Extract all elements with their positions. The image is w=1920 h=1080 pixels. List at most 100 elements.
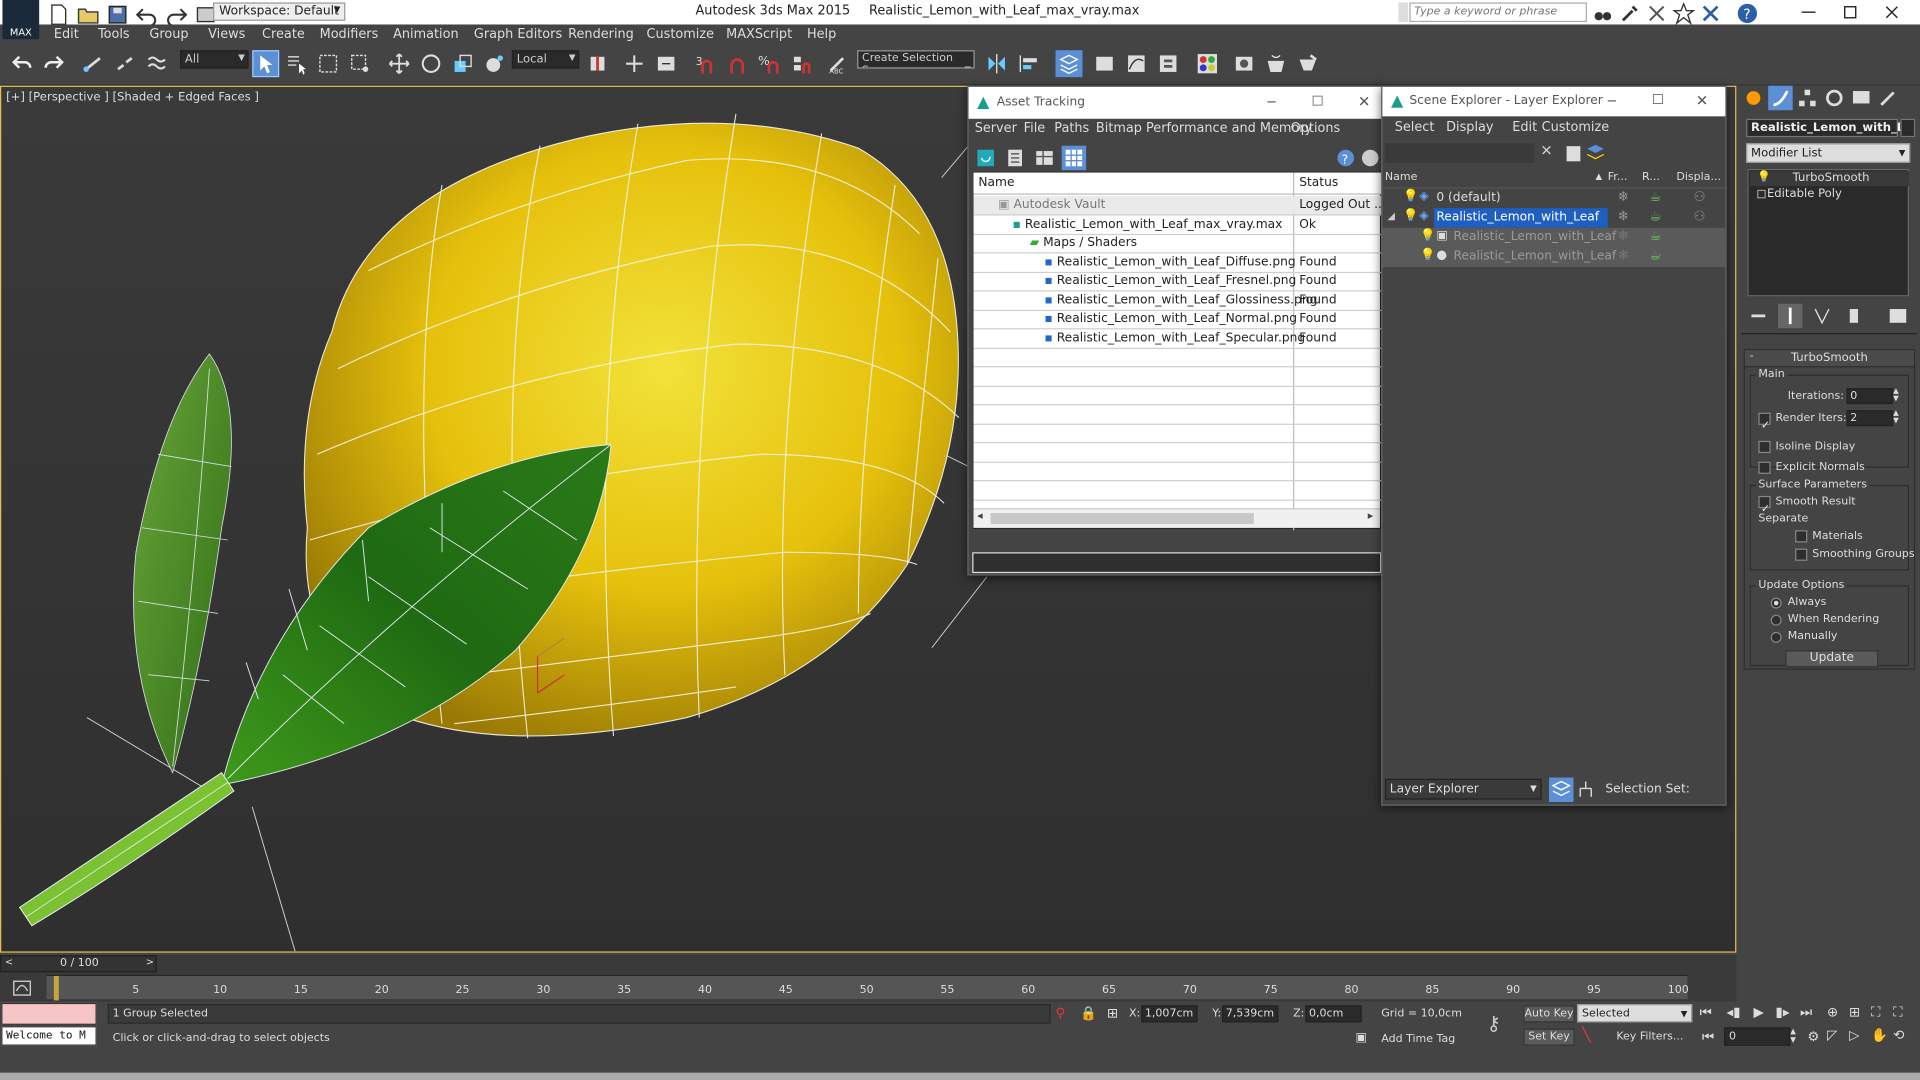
- modifier-list-dropdown[interactable]: Modifier List ▼: [1746, 143, 1911, 163]
- display-icon[interactable]: ⚇: [1693, 208, 1705, 224]
- current-frame-field[interactable]: 0: [1724, 1027, 1791, 1046]
- render-icon[interactable]: ☕: [1649, 208, 1661, 224]
- max-logo[interactable]: MAX: [2, 0, 40, 40]
- redo-icon[interactable]: [42, 51, 66, 75]
- lightbulb-icon[interactable]: 💡: [1420, 249, 1435, 262]
- manually-radio[interactable]: [1770, 631, 1782, 643]
- table-row[interactable]: ▰ Maps / Shaders: [973, 234, 1383, 253]
- menu-help[interactable]: Help: [807, 27, 836, 42]
- freeze-icon[interactable]: ❄: [1618, 208, 1629, 224]
- lightbulb-icon[interactable]: 💡: [1420, 229, 1435, 242]
- z-coordinate-field[interactable]: 0,0cm: [1305, 1005, 1362, 1023]
- close-icon[interactable]: [1871, 0, 1913, 24]
- horizontal-scrollbar[interactable]: ◂ ▸: [973, 508, 1381, 528]
- material-editor-icon[interactable]: [1195, 51, 1219, 75]
- align-icon[interactable]: [1016, 51, 1040, 75]
- refresh-icon[interactable]: [973, 146, 997, 170]
- rectangular-selection-icon[interactable]: [316, 51, 340, 75]
- layer-row[interactable]: ◢ 💡 ◈ Realistic_Lemon_with_Leaf ❄ ☕ ⚇: [1382, 208, 1725, 228]
- menu-customize[interactable]: Customize: [1542, 120, 1610, 135]
- curve-editor-icon[interactable]: [1124, 51, 1148, 75]
- search-input[interactable]: [1409, 2, 1587, 23]
- table-row[interactable]: ▣ Autodesk Vault Logged Out ...: [973, 195, 1386, 215]
- orbit-icon[interactable]: ⟲: [1893, 1027, 1904, 1043]
- scale-icon[interactable]: [451, 51, 475, 75]
- materials-checkbox[interactable]: [1795, 530, 1808, 543]
- menu-tools[interactable]: Tools: [98, 27, 130, 42]
- menu-group[interactable]: Group: [149, 27, 188, 42]
- object-row[interactable]: 💡 ● Realistic_Lemon_with_Leaf ❄ ☕: [1382, 247, 1726, 267]
- minimize-icon[interactable]: ─: [1267, 94, 1275, 110]
- time-tag-icon[interactable]: ▣: [1356, 1031, 1368, 1044]
- modifier-stack-item[interactable]: 💡 TurboSmooth: [1749, 171, 1909, 187]
- menu-maxscript[interactable]: MAXScript: [726, 27, 792, 42]
- close-icon[interactable]: ✕: [1358, 93, 1370, 110]
- rotate-icon[interactable]: [419, 51, 443, 75]
- smoothing-groups-checkbox[interactable]: [1795, 548, 1808, 561]
- mini-curve-editor-icon[interactable]: [10, 976, 34, 1000]
- explorer-type-dropdown[interactable]: Layer Explorer ▼: [1384, 778, 1542, 800]
- render-iters-spinner[interactable]: 2: [1846, 410, 1894, 427]
- hierarchy-tab-icon[interactable]: [1795, 86, 1819, 110]
- freeze-icon[interactable]: ❄: [1618, 228, 1629, 244]
- modifier-stack-item[interactable]: Editable Poly: [1750, 187, 1909, 202]
- remove-modifier-icon[interactable]: [1842, 304, 1866, 328]
- rendered-frame-window-icon[interactable]: [1264, 51, 1288, 75]
- render-icon[interactable]: ☕: [1649, 247, 1661, 263]
- smooth-result-checkbox[interactable]: [1758, 495, 1771, 509]
- zoom-icon[interactable]: ⊕: [1827, 1004, 1838, 1020]
- bind-spacewarp-icon[interactable]: [144, 51, 168, 75]
- menu-views[interactable]: Views: [208, 27, 245, 42]
- absolute-mode-icon[interactable]: ⊞: [1107, 1005, 1118, 1021]
- lightbulb-icon[interactable]: 💡: [1403, 209, 1418, 222]
- link-icon[interactable]: [81, 51, 105, 75]
- render-icon[interactable]: ☕: [1649, 189, 1661, 205]
- create-tab-icon[interactable]: [1741, 86, 1765, 110]
- key-selection-dropdown[interactable]: Selected ▼: [1577, 1004, 1693, 1023]
- next-frame-icon[interactable]: ▮▸: [1776, 1004, 1790, 1020]
- maxscript-mini-listener[interactable]: Welcome to M: [1, 1026, 97, 1046]
- zoom-extents-all-icon[interactable]: ⛶: [1893, 1004, 1902, 1021]
- zoom-all-icon[interactable]: ⊞: [1849, 1004, 1860, 1020]
- key-mode-icon[interactable]: ⏮: [1702, 1029, 1714, 1046]
- make-unique-icon[interactable]: [1810, 304, 1834, 328]
- keyboard-shortcut-icon[interactable]: [654, 51, 678, 75]
- column-display[interactable]: Displa...: [1676, 171, 1721, 183]
- prev-frame-icon[interactable]: <: [5, 956, 13, 967]
- utilities-tab-icon[interactable]: [1876, 86, 1900, 110]
- menu-options[interactable]: Options: [1291, 121, 1341, 136]
- redo-icon[interactable]: [164, 2, 188, 26]
- window-crossing-icon[interactable]: [348, 51, 372, 75]
- asset-path-field[interactable]: [972, 552, 1382, 574]
- modify-tab-icon[interactable]: [1768, 85, 1793, 111]
- play-icon[interactable]: ▶: [1753, 1004, 1763, 1020]
- menu-edit[interactable]: Edit: [1512, 120, 1537, 135]
- table-row[interactable]: ▪ Realistic_Lemon_with_Leaf_Specular.png…: [973, 329, 1383, 349]
- mirror-icon[interactable]: [984, 51, 1008, 75]
- update-button[interactable]: Update: [1785, 650, 1879, 668]
- table-view-icon[interactable]: [1032, 146, 1056, 170]
- asset-tracking-titlebar[interactable]: Asset Tracking ─ ☐ ✕: [968, 86, 1383, 119]
- scene-explorer-titlebar[interactable]: Scene Explorer - Layer Explorer ─ ☐ ✕: [1382, 86, 1726, 117]
- render-icon[interactable]: ☕: [1649, 228, 1661, 244]
- layer-filter-icon[interactable]: [1583, 141, 1607, 165]
- save-file-icon[interactable]: [105, 2, 129, 26]
- maxscript-listener-pink[interactable]: [1, 1002, 97, 1025]
- star-icon[interactable]: [1671, 1, 1695, 25]
- rollout-header[interactable]: - TurboSmooth: [1744, 350, 1914, 368]
- column-name[interactable]: Name: [1385, 171, 1418, 183]
- field-of-view-icon[interactable]: ◸: [1827, 1027, 1837, 1043]
- go-to-start-icon[interactable]: ⏮: [1700, 1004, 1712, 1021]
- lightbulb-icon[interactable]: 💡: [1403, 190, 1418, 203]
- menu-edit[interactable]: Edit: [54, 27, 79, 42]
- set-key-button[interactable]: Set Key: [1523, 1028, 1575, 1046]
- search-expander[interactable]: [1398, 2, 1409, 23]
- minimize-icon[interactable]: ─: [1608, 93, 1616, 109]
- render-production-icon[interactable]: [1296, 51, 1320, 75]
- select-by-name-icon[interactable]: [284, 51, 308, 75]
- set-key-icon[interactable]: ╲: [1582, 1026, 1591, 1043]
- close-icon[interactable]: ✕: [1696, 92, 1708, 109]
- scrollbar-thumb[interactable]: [990, 513, 1254, 525]
- workspace-dropdown[interactable]: Workspace: Default ▼: [213, 2, 346, 21]
- scroll-left-icon[interactable]: ◂: [977, 511, 983, 523]
